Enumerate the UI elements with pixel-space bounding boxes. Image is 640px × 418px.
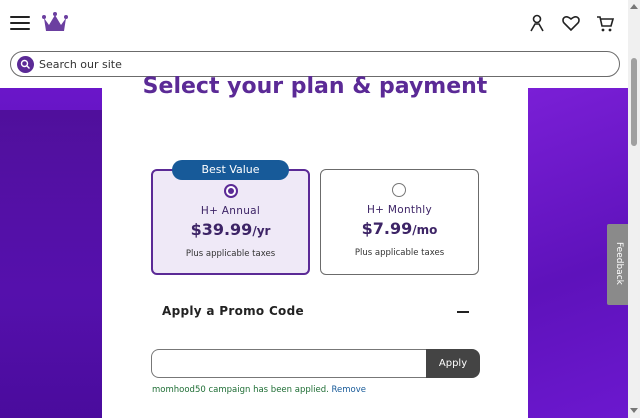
crown-logo-icon[interactable] xyxy=(42,12,68,34)
remove-promo-link[interactable]: Remove xyxy=(332,385,367,395)
plan-monthly[interactable]: H+ Monthly $7.99/mo Plus applicable taxe… xyxy=(320,169,479,275)
site-header xyxy=(0,0,628,48)
scrollbar-thumb[interactable] xyxy=(631,58,637,146)
search-icon[interactable] xyxy=(17,56,34,73)
plan-annual-tax-note: Plus applicable taxes xyxy=(185,249,276,259)
promo-applied-text: momhood50 campaign has been applied. xyxy=(152,385,329,395)
heart-icon[interactable] xyxy=(561,13,581,33)
promo-code-field xyxy=(151,349,428,378)
search-input[interactable] xyxy=(39,55,599,73)
collapse-minus-icon[interactable] xyxy=(457,311,469,313)
person-icon[interactable] xyxy=(527,13,547,33)
promo-code-input[interactable] xyxy=(152,350,428,377)
plan-monthly-tax-note: Plus applicable taxes xyxy=(354,248,445,258)
promo-code-heading: Apply a Promo Code xyxy=(162,304,304,318)
best-value-badge: Best Value xyxy=(172,160,289,180)
apply-button[interactable]: Apply xyxy=(426,349,480,378)
promo-applied-message: momhood50 campaign has been applied. Rem… xyxy=(152,385,366,395)
plan-annual-radio[interactable] xyxy=(224,184,238,198)
feedback-tab[interactable]: Feedback xyxy=(607,224,630,305)
scrollbar[interactable] xyxy=(628,0,640,418)
plan-monthly-name: H+ Monthly xyxy=(366,204,433,216)
scroll-down-arrow-icon[interactable] xyxy=(630,408,638,413)
plan-annual-name: H+ Annual xyxy=(200,205,261,217)
cart-icon[interactable] xyxy=(595,13,615,33)
backdrop-decoration-left xyxy=(0,110,102,418)
feedback-label: Feedback xyxy=(614,242,624,285)
plan-monthly-price: $7.99/mo xyxy=(361,219,438,238)
hamburger-menu-icon[interactable] xyxy=(10,14,30,32)
plan-annual[interactable]: H+ Annual $39.99/yr Plus applicable taxe… xyxy=(151,169,310,275)
page-title: Select your plan & payment xyxy=(142,74,488,99)
scroll-up-arrow-icon[interactable] xyxy=(630,4,638,9)
plan-monthly-radio[interactable] xyxy=(392,183,406,197)
plan-card: Select your plan & payment H+ Annual $39… xyxy=(102,74,528,418)
plan-annual-price: $39.99/yr xyxy=(190,220,271,239)
